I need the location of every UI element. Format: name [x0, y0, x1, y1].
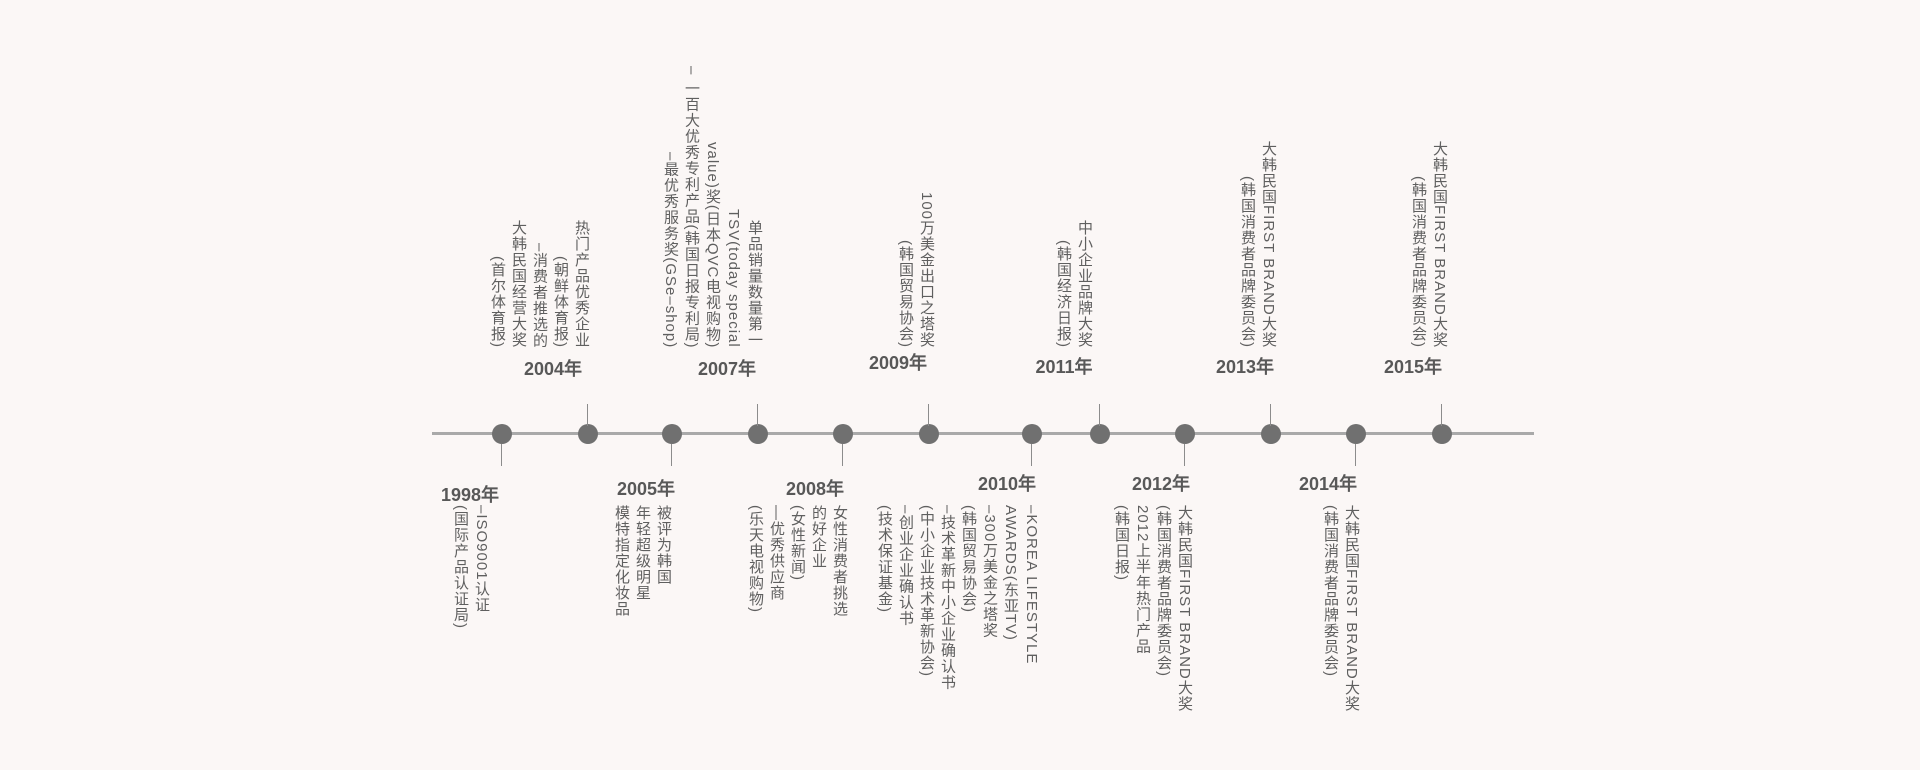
milestone-award-line: –消费者推选的: [531, 242, 548, 348]
milestone-award-line: 女性消费者挑选: [831, 505, 848, 617]
milestone-award-line: 大韩民国FIRST BRAND大奖: [1431, 141, 1448, 348]
milestone-award-line: (女性新闻): [789, 505, 806, 581]
timeline-tick: [1355, 444, 1356, 466]
milestone-year: 2008年: [785, 479, 845, 499]
milestone-year: 2012年: [1131, 474, 1191, 494]
milestone-award-line: (韩国经济日报): [1055, 240, 1072, 348]
timeline-tick: [1270, 404, 1271, 426]
milestone-award-line: AWARDS(东亚TV): [1002, 505, 1019, 641]
milestone-description: 大韩民国FIRST BRAND大奖 (韩国消费者品牌委员会): [1409, 141, 1448, 348]
timeline-tick: [757, 404, 758, 426]
timeline-tick: [671, 444, 672, 466]
timeline-dot: [833, 424, 853, 444]
timeline-tick: [1441, 404, 1442, 426]
milestone-award-line: –创业企业确认书: [897, 505, 914, 627]
milestone-award-line: 的好企业: [810, 505, 827, 569]
milestone-year: 2010年: [977, 474, 1037, 494]
milestone-award-line: 单品销量数量第一: [746, 220, 763, 348]
milestone-award-line: –最优秀服务奖(GSe–shop): [662, 151, 679, 348]
timeline-tick: [842, 444, 843, 466]
milestone-description: 热门产品优秀企业 (朝鲜体育报) –消费者推选的 大韩民国经营大奖 (首尔体育报): [488, 220, 590, 348]
milestone-award-line: TSV(today special: [725, 209, 742, 348]
milestone-award-line: –ISO9001认证: [473, 505, 490, 613]
milestone-award-line: (韩国贸易协会): [960, 505, 977, 613]
milestone-description: 被评为韩国 年轻超级明星 模特指定化妆品: [612, 505, 672, 617]
milestone-description: 大韩民国FIRST BRAND大奖 (韩国消费者品牌委员会): [1321, 505, 1360, 712]
milestone-award-line: 100万美金出口之塔奖: [918, 191, 935, 348]
milestone-description: 大韩民国FIRST BRAND大奖 (韩国消费者品牌委员会) 2012上半年热门产品…: [1112, 505, 1193, 712]
milestone-year: 2004年: [523, 359, 583, 379]
milestone-award-line: (技术保证基金): [876, 505, 893, 613]
timeline-dot: [492, 424, 512, 444]
timeline-tick: [1099, 404, 1100, 426]
timeline-tick: [1031, 444, 1032, 466]
milestone-award-line: 大韩民国经营大奖: [510, 220, 527, 348]
milestone-award-line: 热门产品优秀企业: [573, 220, 590, 348]
milestone-description: 100万美金出口之塔奖 (韩国贸易协会): [896, 192, 935, 348]
milestone-year: 2013年: [1215, 357, 1275, 377]
milestone-award-line: (韩国消费者品牌委员会): [1322, 505, 1339, 677]
milestone-award-line: 被评为韩国: [655, 505, 672, 585]
milestone-award-line: 大韩民国FIRST BRAND大奖: [1343, 505, 1360, 712]
milestone-award-line: (韩国消费者品牌委员会): [1410, 176, 1427, 348]
milestone-award-line: (乐天电视购物): [747, 505, 764, 613]
milestone-award-line: 模特指定化妆品: [613, 505, 630, 617]
milestone-year: 2007年: [697, 359, 757, 379]
milestone-year: 1998年: [440, 485, 500, 505]
milestone-description: 中小企业品牌大奖 (韩国经济日报): [1054, 220, 1093, 348]
milestone-award-line: (中小企业技术革新协会): [918, 505, 935, 677]
timeline-dot: [662, 424, 682, 444]
milestone-description: 大韩民国FIRST BRAND大奖 (韩国消费者品牌委员会): [1238, 141, 1277, 348]
milestone-year: 2014年: [1298, 474, 1358, 494]
milestone-award-line: (朝鲜体育报): [552, 256, 569, 348]
timeline-dot: [1432, 424, 1452, 444]
milestone-year: 2005年: [616, 479, 676, 499]
milestone-award-line: 大韩民国FIRST BRAND大奖: [1176, 505, 1193, 712]
milestone-description: –KOREA LIFESTYLE AWARDS(东亚TV) –300万美金之塔奖 (韩…: [875, 505, 1040, 690]
milestone-year: 2015年: [1383, 357, 1443, 377]
company-history-timeline: 1998年 –ISO9001认证 (国际产品认证局) 2004年 热门产品优秀企业 (朝鲜…: [0, 0, 1920, 770]
milestone-description: 女性消费者挑选 的好企业 (女性新闻) —优秀供应商 (乐天电视购物): [746, 505, 848, 617]
timeline-dot: [1261, 424, 1281, 444]
timeline-dot: [1346, 424, 1366, 444]
milestone-award-line: 中小企业品牌大奖: [1076, 220, 1093, 348]
milestone-award-line: – 一百大优秀专利产品(韩国日报专利局): [683, 65, 700, 349]
timeline-dot: [1022, 424, 1042, 444]
milestone-award-line: 大韩民国FIRST BRAND大奖: [1260, 141, 1277, 348]
milestone-award-line: –KOREA LIFESTYLE: [1023, 505, 1040, 665]
milestone-award-line: 2012上半年热门产品: [1134, 505, 1151, 655]
milestone-award-line: (国际产品认证局): [452, 505, 469, 629]
milestone-award-line: —优秀供应商: [768, 505, 785, 601]
timeline-dot: [919, 424, 939, 444]
timeline-dot: [748, 424, 768, 444]
timeline-tick: [928, 404, 929, 426]
milestone-award-line: (韩国贸易协会): [897, 240, 914, 348]
timeline-tick: [501, 444, 502, 466]
timeline-tick: [587, 404, 588, 426]
milestone-award-line: (韩国日报): [1113, 505, 1130, 581]
milestone-award-line: (韩国消费者品牌委员会): [1239, 176, 1256, 348]
milestone-description: 单品销量数量第一 TSV(today special value)奖(日本QVC电视…: [661, 66, 763, 349]
milestone-award-line: –技术革新中小企业确认书: [939, 505, 956, 691]
milestone-award-line: (韩国消费者品牌委员会): [1155, 505, 1172, 677]
timeline-dot: [578, 424, 598, 444]
milestone-award-line: 年轻超级明星: [634, 505, 651, 601]
timeline-tick: [1184, 444, 1185, 466]
milestone-description: –ISO9001认证 (国际产品认证局): [451, 505, 490, 629]
milestone-award-line: –300万美金之塔奖: [981, 505, 998, 639]
timeline-dot: [1175, 424, 1195, 444]
milestone-year: 2009年: [868, 353, 928, 373]
milestone-year: 2011年: [1035, 357, 1093, 377]
milestone-award-line: (首尔体育报): [489, 256, 506, 348]
milestone-award-line: value)奖(日本QVC电视购物): [704, 141, 721, 348]
timeline-dot: [1090, 424, 1110, 444]
